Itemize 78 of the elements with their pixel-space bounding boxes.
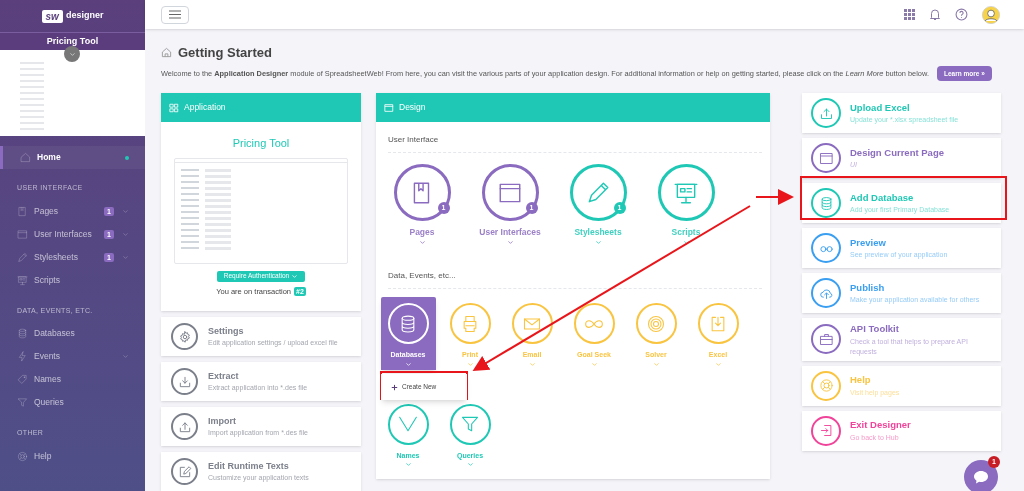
action-title: Preview: [850, 236, 887, 251]
database-icon: [818, 195, 834, 211]
home-icon: [161, 47, 172, 59]
caret-icon: [466, 461, 474, 468]
upload-tray-icon: [177, 419, 192, 434]
action-title: Import: [208, 414, 237, 428]
caret-icon: [404, 360, 412, 368]
app-title: Pricing Tool: [232, 136, 290, 152]
sidebar-item[interactable]: Scripts: [0, 268, 145, 292]
sidebar-item[interactable]: Help: [0, 444, 145, 468]
user-avatar-icon[interactable]: [982, 5, 1000, 24]
menu-icon: [169, 10, 181, 19]
tag-icon: [17, 374, 28, 385]
caret-icon: [466, 360, 474, 368]
card-title: Application: [184, 101, 226, 115]
book-icon: [17, 205, 28, 217]
apps-grid-icon[interactable]: [904, 9, 915, 20]
action-title: Upload Excel: [850, 101, 911, 116]
download-tray-icon: [177, 374, 192, 389]
caret-icon: [682, 239, 690, 246]
lifebuoy-icon: [17, 450, 28, 462]
sidebar-item[interactable]: Events: [0, 345, 145, 368]
chevron-down-icon: [68, 50, 76, 58]
gear-icon: [177, 329, 192, 344]
target-icon: [646, 313, 666, 334]
caret-icon: [506, 239, 514, 246]
presentation-board-icon: [17, 274, 28, 286]
caret-icon: [652, 360, 660, 368]
caret-icon: [590, 360, 598, 368]
sidebar-item[interactable]: Names: [0, 368, 145, 391]
database-icon: [17, 328, 28, 339]
action-title: Extract: [208, 369, 240, 383]
page-title: Getting Started: [178, 44, 272, 62]
action-title: Add Database: [850, 191, 915, 206]
window-icon: [818, 150, 834, 166]
upload-tray-icon: [818, 105, 834, 121]
section-heading: Data, Events, etc...: [388, 270, 762, 289]
caret-icon: [714, 360, 722, 368]
card-title: Design: [399, 101, 426, 115]
caret-icon: [594, 239, 602, 246]
plus-icon: [391, 383, 398, 391]
window-icon: [17, 228, 28, 240]
caret-icon: [418, 239, 426, 246]
help-icon[interactable]: [955, 8, 968, 21]
chat-button[interactable]: [964, 460, 998, 491]
lifebuoy-icon: [818, 378, 834, 393]
funnel-icon: [17, 397, 28, 408]
app-name-bar: Pricing Tool: [0, 32, 145, 50]
window-icon: [384, 102, 394, 113]
home-icon: [20, 152, 31, 163]
lightning-icon: [17, 351, 28, 362]
grid-icon: [169, 102, 179, 113]
sidebar-item[interactable]: Databases: [0, 322, 145, 345]
funnel-icon: [460, 414, 480, 434]
notification-bell-icon[interactable]: [929, 8, 941, 21]
logo-mark: sw: [41, 9, 63, 23]
annotation-arrow: [755, 189, 794, 205]
caret-icon: [528, 360, 536, 368]
sidebar-item[interactable]: Home: [0, 146, 145, 169]
action-title: API Toolkit: [850, 322, 900, 337]
section-heading: User Interface: [388, 134, 762, 154]
action-title: Publish: [850, 281, 886, 296]
pencil-icon: [17, 251, 28, 263]
collapse-button[interactable]: [64, 46, 80, 62]
checkmark-icon: [398, 414, 418, 434]
action-title: Edit Runtime Texts: [208, 459, 290, 473]
caret-icon: [291, 272, 299, 280]
action-title: Design Current Page: [850, 146, 944, 161]
briefcase-icon: [818, 331, 834, 347]
action-title: Exit Designer: [850, 418, 911, 433]
menu-button[interactable]: [161, 5, 189, 24]
logo-text: designer: [65, 9, 104, 23]
action-title: Help: [850, 373, 872, 388]
caret-icon: [404, 461, 412, 468]
sidebar-item[interactable]: Queries: [0, 391, 145, 414]
action-title: Settings: [208, 324, 245, 338]
chat-bubble-icon: [973, 470, 989, 484]
enter-icon: [818, 423, 834, 438]
